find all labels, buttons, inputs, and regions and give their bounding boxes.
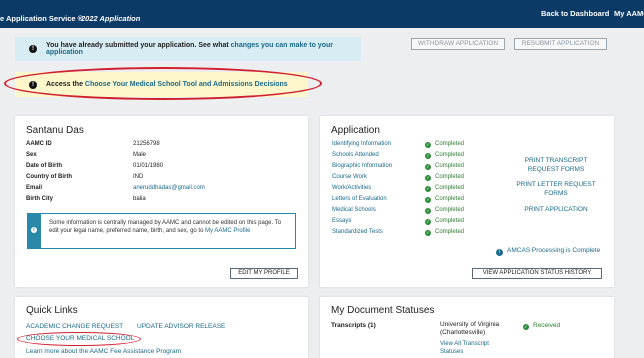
check-icon: ✓ bbox=[425, 175, 431, 181]
app-status: ✓ Completed bbox=[425, 229, 465, 236]
profile-value: balia bbox=[133, 196, 146, 202]
profile-label: Email bbox=[26, 185, 43, 191]
highlight-oval bbox=[4, 67, 322, 100]
check-icon: ✓ bbox=[425, 197, 431, 203]
document-statuses-title: My Document Statuses bbox=[331, 305, 435, 316]
quick-links-card: Quick Links ACADEMIC CHANGE REQUEST UPDA… bbox=[15, 297, 308, 358]
profile-label: Country of Birth bbox=[26, 174, 72, 180]
app-item-essays[interactable]: Essays bbox=[332, 217, 351, 225]
transcripts-label: Transcripts (1) bbox=[331, 322, 376, 329]
profile-row: Date of Birth 01/01/1980 bbox=[26, 162, 306, 171]
profile-label: Date of Birth bbox=[26, 163, 62, 169]
view-application-status-history-button[interactable]: VIEW APPLICATION STATUS HISTORY bbox=[472, 268, 602, 279]
app-status: ✓ Completed bbox=[425, 185, 465, 192]
quick-links-title: Quick Links bbox=[26, 305, 78, 316]
info-bar: i bbox=[28, 214, 41, 248]
check-icon: ✓ bbox=[425, 208, 431, 214]
print-application-link[interactable]: PRINT APPLICATION bbox=[513, 205, 599, 214]
profile-row: AAMC ID 21256798 bbox=[26, 140, 306, 149]
update-advisor-release-link[interactable]: UPDATE ADVISOR RELEASE bbox=[137, 323, 225, 330]
check-icon: ✓ bbox=[425, 186, 431, 192]
transcript-school: University of Virginia (Charlottesville) bbox=[440, 321, 500, 336]
profile-row: Email aneruddhadas@gmail.com bbox=[26, 184, 306, 193]
check-icon: ✓ bbox=[425, 164, 431, 170]
exclamation-icon: ! bbox=[29, 45, 37, 53]
app-status: ✓ Completed bbox=[425, 152, 465, 159]
check-icon: ✓ bbox=[425, 219, 431, 225]
app-item-medical-schools[interactable]: Medical Schools bbox=[332, 206, 376, 214]
app-item-identifying-information[interactable]: Identifying Information bbox=[332, 140, 391, 148]
check-icon: ✓ bbox=[425, 142, 431, 148]
profile-value: 01/01/1980 bbox=[133, 163, 164, 169]
app-status: ✓ Completed bbox=[425, 218, 465, 225]
academic-change-request-link[interactable]: ACADEMIC CHANGE REQUEST bbox=[26, 323, 123, 330]
app-item-course-work[interactable]: Course Work bbox=[332, 173, 367, 181]
resubmit-application-button[interactable]: RESUBMIT APPLICATION bbox=[514, 38, 607, 50]
submitted-alert-text: You have already submitted your applicat… bbox=[46, 42, 333, 56]
app-item-biographic-information[interactable]: Biographic Information bbox=[332, 162, 392, 170]
check-icon: ✓ bbox=[425, 230, 431, 236]
check-icon: ✓ bbox=[523, 324, 529, 330]
info-icon: i bbox=[31, 227, 37, 233]
my-aamc-profile-link[interactable]: My AAMC Profile bbox=[205, 228, 250, 234]
nav-back-to-dashboard[interactable]: Back to Dashboard bbox=[541, 9, 609, 18]
profile-card: Santanu Das AAMC ID 21256798 Sex Male Date… bbox=[15, 116, 308, 287]
profile-name: Santanu Das bbox=[26, 125, 84, 136]
nav-my-aamc[interactable]: My AAMC bbox=[614, 9, 644, 18]
application-title: Application bbox=[331, 125, 380, 136]
brand-title: e Application Service ® bbox=[0, 14, 84, 23]
amcas-processing-status: i AMCAS Processing is Complete bbox=[496, 247, 600, 256]
view-all-transcript-statuses-link[interactable]: View All Transcript Statuses bbox=[440, 340, 500, 356]
print-transcript-request-forms-link[interactable]: PRINT TRANSCRIPT REQUEST FORMS bbox=[513, 156, 599, 174]
app-item-schools-attended[interactable]: Schools Attended bbox=[332, 151, 379, 159]
application-year: 2022 Application bbox=[81, 14, 141, 23]
profile-row: Sex Male bbox=[26, 151, 306, 160]
profile-email-link[interactable]: aneruddhadas@gmail.com bbox=[133, 184, 205, 193]
submitted-alert: ! You have already submitted your applic… bbox=[15, 37, 361, 61]
print-letter-request-forms-link[interactable]: PRINT LETTER REQUEST FORMS bbox=[513, 180, 599, 198]
profile-label: Sex bbox=[26, 152, 37, 158]
check-icon: ✓ bbox=[425, 153, 431, 159]
profile-info-box: i Some information is centrally managed … bbox=[27, 213, 296, 249]
edit-profile-button[interactable]: EDIT MY PROFILE bbox=[230, 268, 298, 279]
app-status: ✓ Completed bbox=[425, 174, 465, 181]
highlight-oval bbox=[17, 332, 141, 346]
info-icon: i bbox=[496, 249, 503, 256]
withdraw-application-button[interactable]: WITHDRAW APPLICATION bbox=[411, 38, 505, 50]
app-status: ✓ Completed bbox=[425, 207, 465, 214]
app-item-work-activities[interactable]: Work/Activities bbox=[332, 184, 371, 192]
profile-value: 21256798 bbox=[133, 141, 160, 147]
profile-value: Male bbox=[133, 152, 147, 158]
profile-label: Birth City bbox=[26, 196, 53, 202]
app-item-standardized-tests[interactable]: Standardized Tests bbox=[332, 228, 383, 236]
app-status: ✓ Completed bbox=[425, 163, 465, 170]
profile-value: IND bbox=[133, 174, 144, 180]
app-status: ✓ Completed bbox=[425, 141, 465, 148]
top-bar: e Application Service ® 2022 Application… bbox=[0, 0, 644, 28]
profile-row: Country of Birth IND bbox=[26, 173, 306, 182]
app-item-letters-of-evaluation[interactable]: Letters of Evaluation bbox=[332, 195, 387, 203]
fee-assistance-program-link[interactable]: Learn more about the AAMC Fee Assistance… bbox=[26, 348, 181, 355]
profile-row: Birth City balia bbox=[26, 195, 306, 204]
application-card: Application i AMCAS Processing is Complet… bbox=[320, 116, 614, 287]
profile-label: AAMC ID bbox=[26, 141, 52, 147]
profile-info-text: Some information is centrally managed by… bbox=[49, 220, 282, 234]
app-status: ✓ Completed bbox=[425, 196, 465, 203]
transcript-status: ✓ Received bbox=[523, 322, 561, 330]
